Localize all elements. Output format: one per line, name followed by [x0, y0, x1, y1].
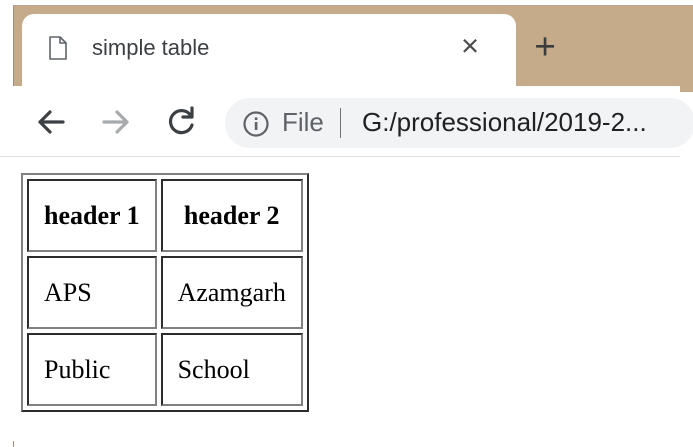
- address-divider: [340, 108, 341, 138]
- table-header-row: header 1 header 2: [27, 179, 303, 252]
- reload-icon[interactable]: [162, 103, 200, 141]
- page-content: header 1 header 2 APS Azamgarh Public Sc…: [0, 157, 680, 441]
- table-cell: School: [160, 333, 303, 406]
- table-header-cell: header 1: [27, 179, 157, 252]
- table-cell: Public: [27, 333, 157, 406]
- table-header-cell: header 2: [160, 179, 303, 252]
- url-text[interactable]: G:/professional/2019-2...: [362, 106, 647, 138]
- document-icon: [49, 36, 67, 60]
- back-arrow-icon[interactable]: [32, 103, 70, 141]
- file-scheme-label: File: [282, 107, 324, 137]
- table-cell: Azamgarh: [160, 256, 303, 329]
- table-cell: APS: [27, 256, 157, 329]
- forward-arrow-icon[interactable]: [97, 103, 135, 141]
- new-tab-button[interactable]: +: [525, 27, 565, 67]
- simple-table: header 1 header 2 APS Azamgarh Public Sc…: [21, 173, 309, 412]
- table-row: Public School: [27, 333, 303, 406]
- tab-title: simple table: [92, 35, 210, 60]
- info-icon[interactable]: [242, 110, 270, 138]
- tab-close-icon[interactable]: ×: [454, 30, 486, 62]
- table-row: APS Azamgarh: [27, 256, 303, 329]
